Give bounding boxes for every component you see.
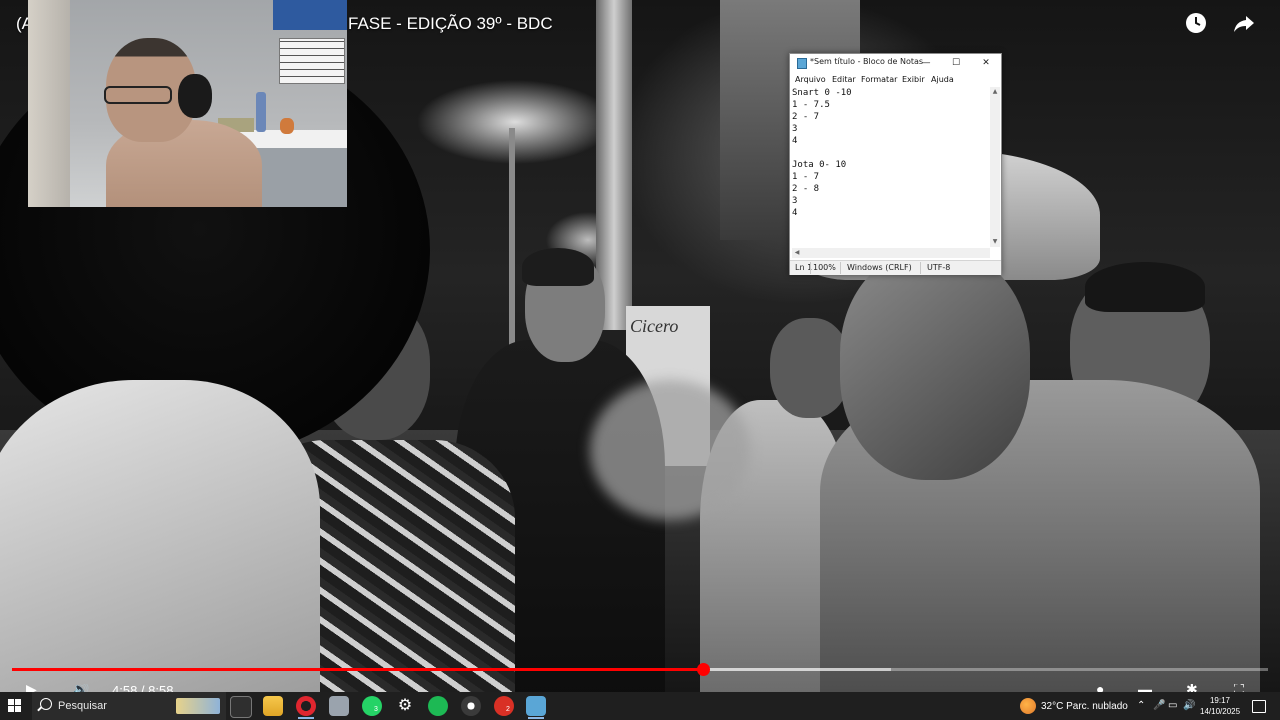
notepad-app-icon [797,58,807,69]
file-explorer-icon[interactable] [263,696,283,716]
microphone-icon[interactable]: 🎤 [1153,700,1165,711]
video-title-right[interactable]: FASE - EDIÇÃO 39º - BDC [348,14,553,34]
notepad-titlebar[interactable]: *Sem título - Bloco de Notas — ☐ ✕ [790,54,1001,72]
notepad-title: *Sem título - Bloco de Notas [810,57,924,66]
horizontal-scrollbar[interactable]: ◀ [792,248,990,258]
menu-exibir[interactable]: Exibir [902,75,925,84]
browser-badge: 2 [506,706,510,713]
text-line: 4 [792,208,798,218]
scroll-up-icon[interactable]: ▲ [990,87,1000,97]
notepad-menubar: Arquivo Editar Formatar Exibir Ajuda [790,73,1001,87]
person-far-right-hair [1085,262,1205,312]
active-indicator [298,717,314,719]
text-line [792,147,988,159]
webcam-shelf [240,130,347,148]
text-line: 4 [792,136,798,146]
status-encoding: UTF-8 [927,263,951,272]
status-zoom: 100% [813,263,836,272]
text-line: Snart 0 -10 [792,88,852,98]
notepad-window[interactable]: *Sem título - Bloco de Notas — ☐ ✕ Arqui… [789,53,1002,275]
status-divider [840,262,841,274]
notepad-icon[interactable] [526,696,546,716]
headphones [178,74,212,118]
text-line: Jota 0- 10 [792,160,847,170]
subtitles-icon[interactable]: ▬ [1138,684,1152,692]
webcam-poster [279,38,345,84]
notepad-text-area[interactable]: Snart 0 -10 1 - 7.5 2 - 7 3 4 Jota 0- 10… [792,87,988,247]
person-right-head [770,318,850,418]
taskbar: Pesquisar 3 ⚙ 2 32°C Parc. nublado ⌃ 🎤 ▭… [0,692,1280,720]
menu-formatar[interactable]: Formatar [861,75,897,84]
menu-arquivo[interactable]: Arquivo [795,75,826,84]
text-line: 1 - 7.5 [792,100,830,110]
rapper-head [840,250,1030,480]
task-view-icon[interactable] [230,696,252,718]
gesturing-hand [590,380,750,520]
text-line: 2 - 7 [792,112,820,122]
clock-icon[interactable] [1184,12,1208,36]
time-display: 4:58 / 8:58 [112,684,174,692]
webcam-blue-panel [273,0,347,30]
maximize-button[interactable]: ☐ [941,54,971,72]
street-lamp [509,128,515,368]
weather-icon[interactable] [1020,698,1036,714]
search-placeholder: Pesquisar [58,700,107,712]
minimize-button[interactable]: — [911,54,941,72]
weather-text[interactable]: 32°C Parc. nublado [1041,701,1128,712]
webcam-bottle [256,92,266,132]
foreground-person [0,380,320,692]
close-button[interactable]: ✕ [971,54,1001,72]
windows-start-icon[interactable] [8,699,22,713]
menu-editar[interactable]: Editar [832,75,856,84]
progress-played [12,668,703,671]
text-line: 3 [792,196,798,206]
fullscreen-icon[interactable]: ⛶ [1234,684,1244,692]
search-icon [40,698,52,710]
browser-icon[interactable]: 2 [494,696,514,716]
play-icon[interactable]: ▶ [26,684,37,692]
sign-text: Cicero [630,316,679,336]
opera-icon[interactable] [296,696,316,716]
whatsapp-icon[interactable]: 3 [362,696,382,716]
chevron-up-icon[interactable]: ⌃ [1137,700,1145,711]
speaker-icon[interactable]: 🔊 [1183,700,1195,711]
notification-icon[interactable] [1252,700,1266,713]
glasses [104,86,172,104]
person-center-hair [522,248,594,286]
menu-ajuda[interactable]: Ajuda [931,75,954,84]
scroll-down-icon[interactable]: ▼ [990,237,1000,247]
progress-scrubber[interactable] [696,663,710,676]
volume-icon[interactable]: 🔊 [72,684,89,692]
spotify-icon[interactable] [428,696,448,716]
network-icon[interactable]: ▭ [1168,700,1177,711]
app-icon[interactable] [329,696,349,716]
search-highlight-icon [176,698,220,714]
status-divider [810,262,811,274]
whatsapp-badge: 3 [374,706,378,713]
webcam-figure [280,118,294,134]
webcam-overlay [28,0,347,207]
progress-bar[interactable] [12,668,1268,671]
obs-icon[interactable] [461,696,481,716]
clock-date: 14/10/2025 [1200,707,1241,716]
text-line: 2 - 8 [792,184,820,194]
webcam-door [28,0,70,207]
vertical-scrollbar[interactable]: ▲ ▼ [990,87,1000,247]
taskbar-search[interactable]: Pesquisar [32,692,226,720]
settings-icon[interactable]: ⚙ [395,696,415,716]
autoplay-toggle-icon[interactable]: ● [1096,684,1104,692]
settings-gear-icon[interactable]: ✱ [1186,684,1198,692]
text-line: 1 - 7 [792,172,820,182]
taskbar-clock[interactable]: 19:17 14/10/2025 [1200,695,1240,717]
scroll-left-icon[interactable]: ◀ [792,248,802,258]
status-line-ending: Windows (CRLF) [847,263,912,272]
clock-time: 19:17 [1209,696,1231,705]
active-indicator [528,717,544,719]
text-line: 3 [792,124,798,134]
status-divider [920,262,921,274]
notepad-statusbar: Ln 1 100% Windows (CRLF) UTF-8 [790,260,1001,275]
share-icon[interactable] [1232,12,1256,36]
